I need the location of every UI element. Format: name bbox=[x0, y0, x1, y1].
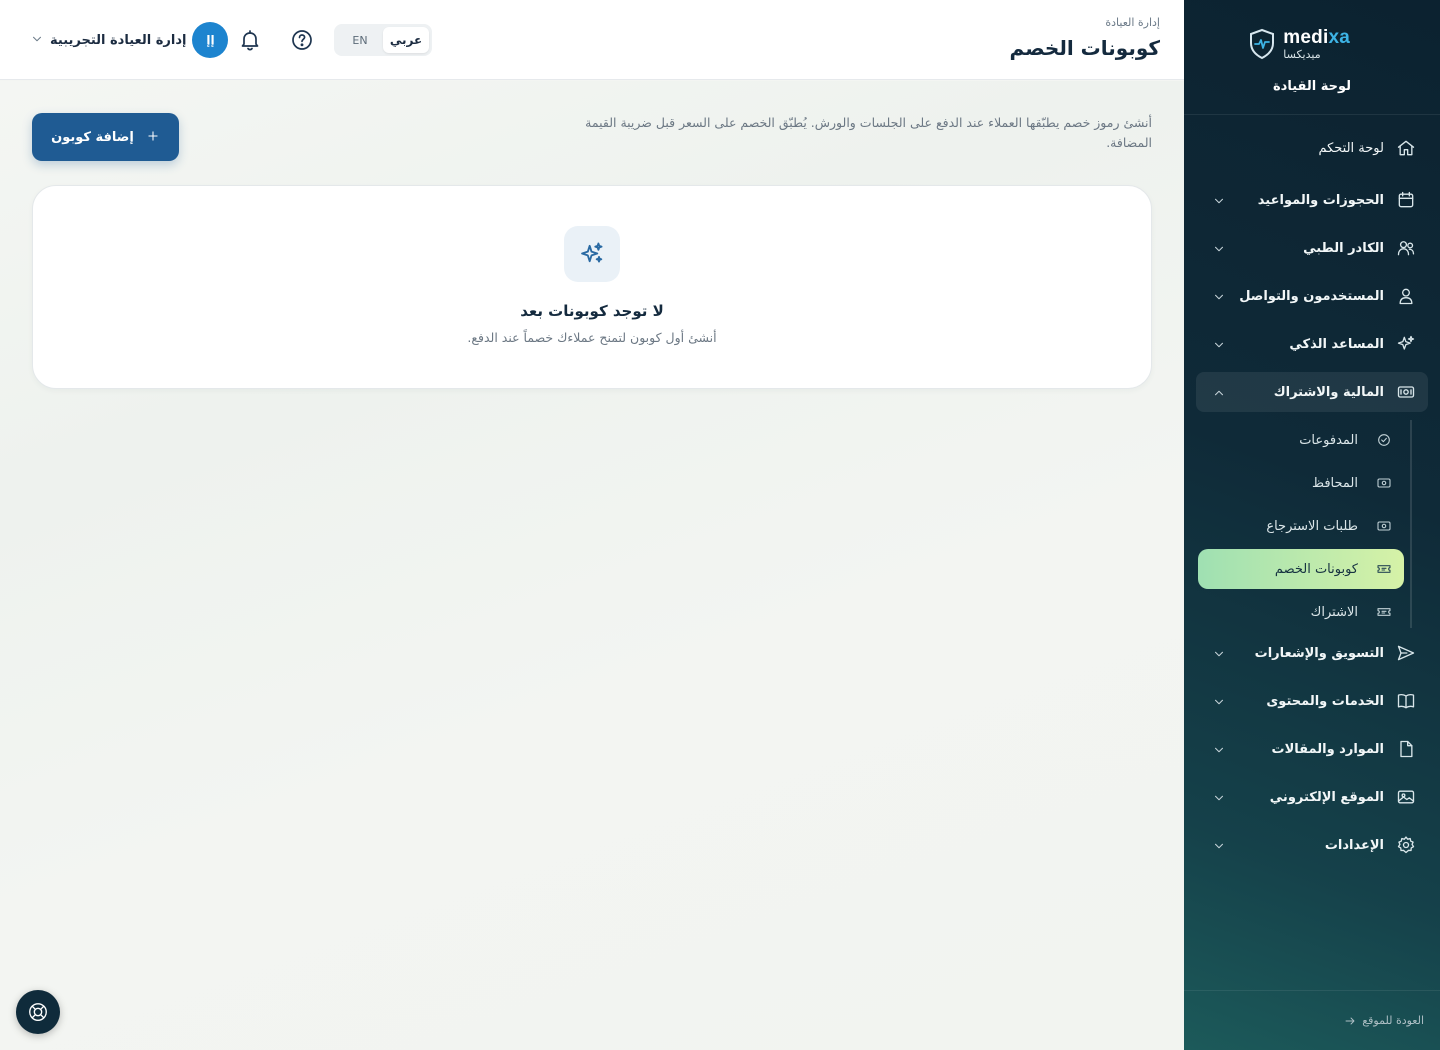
sidebar-item-medical-staff[interactable]: الكادر الطبي bbox=[1196, 228, 1428, 268]
main-content: أنشئ رموز خصم يطبّقها العملاء عند الدفع … bbox=[0, 81, 1184, 1050]
empty-state-card: لا توجد كوبونات بعد أنشئ أول كوبون لتمنح… bbox=[32, 185, 1152, 389]
brand-name-en: medixa bbox=[1283, 27, 1350, 48]
chevron-down-icon bbox=[1212, 337, 1226, 351]
submenu-item-wallets[interactable]: المحافظ bbox=[1198, 463, 1404, 503]
top-bar: إدارة العيادة كوبونات الخصم EN عربي إدار… bbox=[0, 0, 1184, 80]
sidebar-item-services[interactable]: الخدمات والمحتوى bbox=[1196, 681, 1428, 721]
sidebar-item-marketing[interactable]: التسويق والإشعارات bbox=[1196, 633, 1428, 673]
sidebar-item-users[interactable]: المستخدمون والتواصل bbox=[1196, 276, 1428, 316]
empty-state-text: أنشئ أول كوبون لتمنح عملاءك خصماً عند ال… bbox=[467, 330, 717, 345]
support-fab[interactable] bbox=[16, 990, 60, 1034]
sidebar-item-label: المالية والاشتراك bbox=[1273, 384, 1384, 400]
check-circle-icon bbox=[1376, 432, 1392, 448]
chevron-down-icon bbox=[1212, 289, 1226, 303]
sidebar-item-label: المستخدمون والتواصل bbox=[1239, 288, 1384, 304]
finance-submenu: المدفوعات المحافظ طلبات الاسترجاع كوبونا… bbox=[1196, 420, 1428, 628]
chevron-down-icon bbox=[1212, 790, 1226, 804]
ticket-icon bbox=[1376, 604, 1392, 620]
breadcrumb[interactable]: إدارة العيادة bbox=[1105, 16, 1160, 29]
sidebar-item-label: المساعد الذكي bbox=[1289, 336, 1384, 352]
chevron-down-icon bbox=[1212, 646, 1226, 660]
ticket-icon bbox=[1376, 561, 1392, 577]
user-name: إدارة العيادة التجريبية bbox=[50, 32, 187, 48]
submenu-item-label: طلبات الاسترجاع bbox=[1266, 518, 1358, 534]
submenu-item-label: المدفوعات bbox=[1299, 432, 1358, 448]
chevron-down-icon bbox=[1212, 742, 1226, 756]
sidebar-item-bookings[interactable]: الحجوزات والمواعيد bbox=[1196, 180, 1428, 220]
calendar-icon bbox=[1396, 190, 1416, 210]
lang-en-option[interactable]: EN bbox=[337, 27, 383, 53]
sidebar-item-label: الإعدادات bbox=[1324, 837, 1384, 853]
lifebuoy-icon bbox=[29, 1003, 47, 1021]
sidebar-item-finance[interactable]: المالية والاشتراك bbox=[1196, 372, 1428, 412]
brand-name-ar: ميديكسا bbox=[1283, 48, 1321, 61]
sidebar-item-label: الكادر الطبي bbox=[1303, 240, 1384, 256]
image-icon bbox=[1396, 787, 1416, 807]
shield-logo-icon bbox=[1250, 28, 1275, 60]
arrow-right-icon bbox=[1345, 1017, 1355, 1024]
chevron-down-icon bbox=[1212, 838, 1226, 852]
sidebar-subtitle: لوحة القيادة bbox=[1272, 79, 1352, 94]
sidebar-item-label: الموقع الإلكتروني bbox=[1269, 789, 1384, 805]
home-icon bbox=[1396, 138, 1416, 158]
sidebar-item-website[interactable]: الموقع الإلكتروني bbox=[1196, 777, 1428, 817]
submenu-item-payments[interactable]: المدفوعات bbox=[1198, 420, 1404, 460]
page-title: كوبونات الخصم bbox=[1009, 36, 1160, 60]
user-icon bbox=[1396, 286, 1416, 306]
chevron-up-icon bbox=[1212, 385, 1226, 399]
help-button[interactable] bbox=[288, 26, 316, 54]
add-coupon-button[interactable]: إضافة كوبون bbox=[32, 113, 179, 161]
lang-ar-option[interactable]: عربي bbox=[383, 27, 429, 53]
chevron-down-icon bbox=[1212, 193, 1226, 207]
plus-icon bbox=[146, 128, 160, 147]
submenu-guide-line bbox=[1410, 420, 1412, 628]
submenu-item-label: كوبونات الخصم bbox=[1274, 561, 1358, 577]
submenu-item-coupons[interactable]: كوبونات الخصم bbox=[1198, 549, 1404, 589]
book-icon bbox=[1396, 691, 1416, 711]
sidebar-item-resources[interactable]: الموارد والمقالات bbox=[1196, 729, 1428, 769]
add-coupon-label: إضافة كوبون bbox=[51, 129, 134, 145]
sidebar-item-label: لوحة التحكم bbox=[1318, 140, 1384, 156]
sidebar-item-ai-assistant[interactable]: المساعد الذكي bbox=[1196, 324, 1428, 364]
sidebar-item-label: الخدمات والمحتوى bbox=[1266, 693, 1384, 709]
gear-icon bbox=[1396, 835, 1416, 855]
banknote-icon bbox=[1376, 518, 1392, 534]
back-to-site-link[interactable]: العودة للموقع bbox=[1344, 1014, 1424, 1027]
chevron-down-icon bbox=[1212, 241, 1226, 255]
chevron-down-icon bbox=[30, 31, 44, 50]
submenu-item-refunds[interactable]: طلبات الاسترجاع bbox=[1198, 506, 1404, 546]
banknote-icon bbox=[1396, 382, 1416, 402]
file-icon bbox=[1396, 739, 1416, 759]
sidebar-item-dashboard[interactable]: لوحة التحكم bbox=[1196, 128, 1428, 168]
sidebar: medixa ميديكسا لوحة القيادة لوحة التحكم … bbox=[1184, 0, 1440, 1050]
page-description: أنشئ رموز خصم يطبّقها العملاء عند الدفع … bbox=[585, 115, 1152, 150]
user-menu[interactable]: إدارة العيادة التجريبية إإ bbox=[30, 22, 229, 58]
bell-icon bbox=[241, 30, 259, 51]
sidebar-item-label: الموارد والمقالات bbox=[1271, 741, 1384, 757]
brand-logo[interactable]: medixa ميديكسا bbox=[1249, 28, 1350, 60]
brand-area: medixa ميديكسا لوحة القيادة bbox=[1184, 0, 1440, 115]
sparkles-icon bbox=[1396, 334, 1416, 354]
sidebar-item-settings[interactable]: الإعدادات bbox=[1196, 825, 1428, 865]
language-toggle: EN عربي bbox=[334, 24, 432, 56]
banknote-icon bbox=[1376, 475, 1392, 491]
sparkles-icon bbox=[564, 226, 620, 282]
notifications-button[interactable] bbox=[236, 26, 264, 54]
empty-state-title: لا توجد كوبونات بعد bbox=[520, 302, 664, 320]
submenu-item-label: المحافظ bbox=[1312, 475, 1358, 491]
chevron-down-icon bbox=[1212, 694, 1226, 708]
submenu-item-label: الاشتراك bbox=[1310, 604, 1358, 620]
avatar: إإ bbox=[192, 22, 229, 58]
sidebar-item-label: التسويق والإشعارات bbox=[1254, 645, 1384, 661]
help-circle-icon bbox=[292, 30, 312, 50]
sidebar-item-label: الحجوزات والمواعيد bbox=[1257, 192, 1384, 208]
sidebar-footer: العودة للموقع bbox=[1184, 990, 1440, 1050]
submenu-item-subscription[interactable]: الاشتراك bbox=[1198, 592, 1404, 632]
send-icon bbox=[1396, 643, 1416, 663]
users-icon bbox=[1396, 238, 1416, 258]
back-to-site-label: العودة للموقع bbox=[1362, 1014, 1424, 1027]
